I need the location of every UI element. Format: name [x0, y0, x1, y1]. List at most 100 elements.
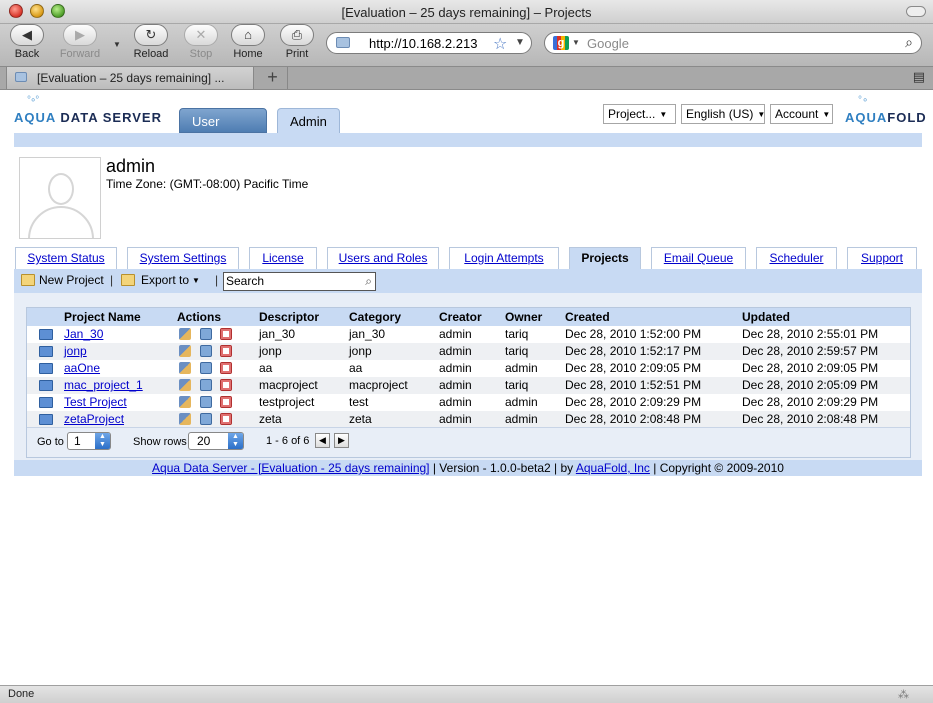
column-header[interactable]: Project Name [64, 310, 141, 324]
edit-icon[interactable] [200, 328, 212, 340]
column-header[interactable]: Actions [177, 310, 221, 324]
delete-icon[interactable] [220, 396, 232, 408]
back-button[interactable]: ◀ Back [5, 24, 49, 66]
goto-page-select[interactable]: 1 ▲ ▼ [67, 432, 111, 450]
project-search-input[interactable]: Search ⌕ [223, 272, 376, 291]
project-name-link[interactable]: Test Project [64, 395, 127, 409]
column-header[interactable]: Creator [439, 310, 482, 324]
members-icon[interactable] [179, 413, 191, 425]
column-header[interactable]: Updated [742, 310, 790, 324]
edit-icon[interactable] [200, 345, 212, 357]
column-header[interactable]: Descriptor [259, 310, 319, 324]
company-link[interactable]: AquaFold, Inc [576, 461, 650, 475]
members-icon[interactable] [179, 396, 191, 408]
column-header[interactable]: Created [565, 310, 610, 324]
creator-cell: admin [439, 327, 472, 341]
tab-users-and-roles[interactable]: Users and Roles [327, 247, 439, 269]
edit-icon[interactable] [200, 379, 212, 391]
tab-list-icon[interactable]: ▤ [913, 69, 925, 85]
category-cell: aa [349, 361, 363, 375]
address-dropdown-icon[interactable]: ▼ [515, 37, 525, 48]
category-cell: jan_30 [349, 327, 386, 341]
aquafold-logo-fold: FOLD [887, 110, 927, 125]
project-name-link[interactable]: mac_project_1 [64, 378, 143, 392]
tab-support[interactable]: Support [847, 247, 917, 269]
select-stepper-icon: ▲ ▼ [95, 433, 110, 449]
projects-panel: Project Name Actions Descriptor Category… [14, 293, 922, 475]
delete-icon[interactable] [220, 345, 232, 357]
stop-button[interactable]: ✕ Stop [179, 24, 223, 66]
new-project-icon[interactable] [21, 274, 35, 286]
table-row: mac_project_1 macproject macproject admi… [27, 377, 910, 394]
version-text: | Version - 1.0.0-beta2 | by [432, 461, 574, 475]
delete-icon[interactable] [220, 328, 232, 340]
page-info: 1 - 6 of 6 [266, 435, 310, 447]
delete-icon[interactable] [220, 379, 232, 391]
tab-user-home[interactable]: User Home [179, 108, 267, 154]
tab-license[interactable]: License [249, 247, 317, 269]
search-icon[interactable]: ⌕ [365, 273, 372, 290]
browser-tab[interactable]: [Evaluation – 25 days remaining] ... [6, 67, 254, 89]
edit-icon[interactable] [200, 413, 212, 425]
new-project-button[interactable]: New Project [39, 273, 104, 287]
next-page-button[interactable]: ▶ [334, 433, 349, 448]
creator-cell: admin [439, 361, 472, 375]
owner-cell: admin [505, 361, 538, 375]
tab-email-queue[interactable]: Email Queue [651, 247, 746, 269]
reload-icon: ↻ [134, 24, 168, 46]
web-search-field[interactable]: g ▼ Google ⌕ [544, 32, 922, 54]
forward-button[interactable]: ▶ Forward [58, 24, 102, 66]
address-text[interactable]: http://10.168.2.213 [369, 36, 477, 51]
bookmark-star-icon[interactable]: ☆ [493, 34, 507, 54]
prev-page-button[interactable]: ◀ [315, 433, 330, 448]
history-menu-icon[interactable]: ▼ [113, 40, 121, 49]
new-tab-button[interactable]: + [258, 67, 288, 89]
project-name-link[interactable]: jonp [64, 344, 87, 358]
rows-per-page-select[interactable]: 20 ▲ ▼ [188, 432, 244, 450]
table-row: Jan_30 jan_30 jan_30 admin tariq Dec 28,… [27, 326, 910, 343]
edit-icon[interactable] [200, 362, 212, 374]
goto-page-value: 1 [74, 434, 81, 448]
page-icon [336, 37, 350, 48]
home-button[interactable]: ⌂ Home [226, 24, 270, 66]
product-link[interactable]: Aqua Data Server - [Evaluation - 25 days… [152, 461, 429, 475]
reload-button[interactable]: ↻ Reload [129, 24, 173, 66]
aquafold-logo[interactable]: AQUAFOLD [845, 110, 927, 125]
column-header[interactable]: Owner [505, 310, 542, 324]
delete-icon[interactable] [220, 413, 232, 425]
project-name-link[interactable]: aaOne [64, 361, 100, 375]
created-cell: Dec 28, 2010 2:09:29 PM [565, 395, 702, 409]
column-header[interactable]: Category [349, 310, 401, 324]
toolbar-toggle-button[interactable] [906, 6, 926, 17]
export-to-button[interactable]: Export to ▼ [141, 273, 200, 287]
search-engine-menu-icon[interactable]: ▼ [572, 38, 580, 47]
delete-icon[interactable] [220, 362, 232, 374]
folder-icon [39, 363, 53, 374]
language-dropdown[interactable]: English (US) ▼ [681, 104, 765, 124]
tab-login-attempts[interactable]: Login Attempts [449, 247, 559, 269]
members-icon[interactable] [179, 362, 191, 374]
edit-icon[interactable] [200, 396, 212, 408]
tab-page-icon [15, 72, 27, 82]
project-dropdown[interactable]: Project... ▼ [603, 104, 676, 124]
project-name-link[interactable]: zetaProject [64, 412, 124, 426]
aqua-data-server-logo: AQUA DATA SERVER [14, 110, 162, 125]
created-cell: Dec 28, 2010 2:09:05 PM [565, 361, 702, 375]
tab-projects[interactable]: Projects [569, 247, 641, 269]
members-icon[interactable] [179, 345, 191, 357]
magnifier-icon[interactable]: ⌕ [905, 34, 913, 51]
tab-system-settings[interactable]: System Settings [127, 247, 239, 269]
web-search-placeholder[interactable]: Google [587, 36, 629, 51]
export-icon[interactable] [121, 274, 135, 286]
project-name-link[interactable]: Jan_30 [64, 327, 103, 341]
tab-system-status[interactable]: System Status [15, 247, 117, 269]
print-button[interactable]: ⎙ Print [275, 24, 319, 66]
members-icon[interactable] [179, 379, 191, 391]
tab-scheduler[interactable]: Scheduler [756, 247, 837, 269]
members-icon[interactable] [179, 328, 191, 340]
address-bar[interactable]: http://10.168.2.213 ☆ ▼ [326, 32, 532, 54]
tab-admin[interactable]: Admin [277, 108, 340, 134]
descriptor-cell: jonp [259, 344, 282, 358]
language-dropdown-label: English (US) [686, 107, 754, 121]
account-dropdown[interactable]: Account ▼ [770, 104, 833, 124]
